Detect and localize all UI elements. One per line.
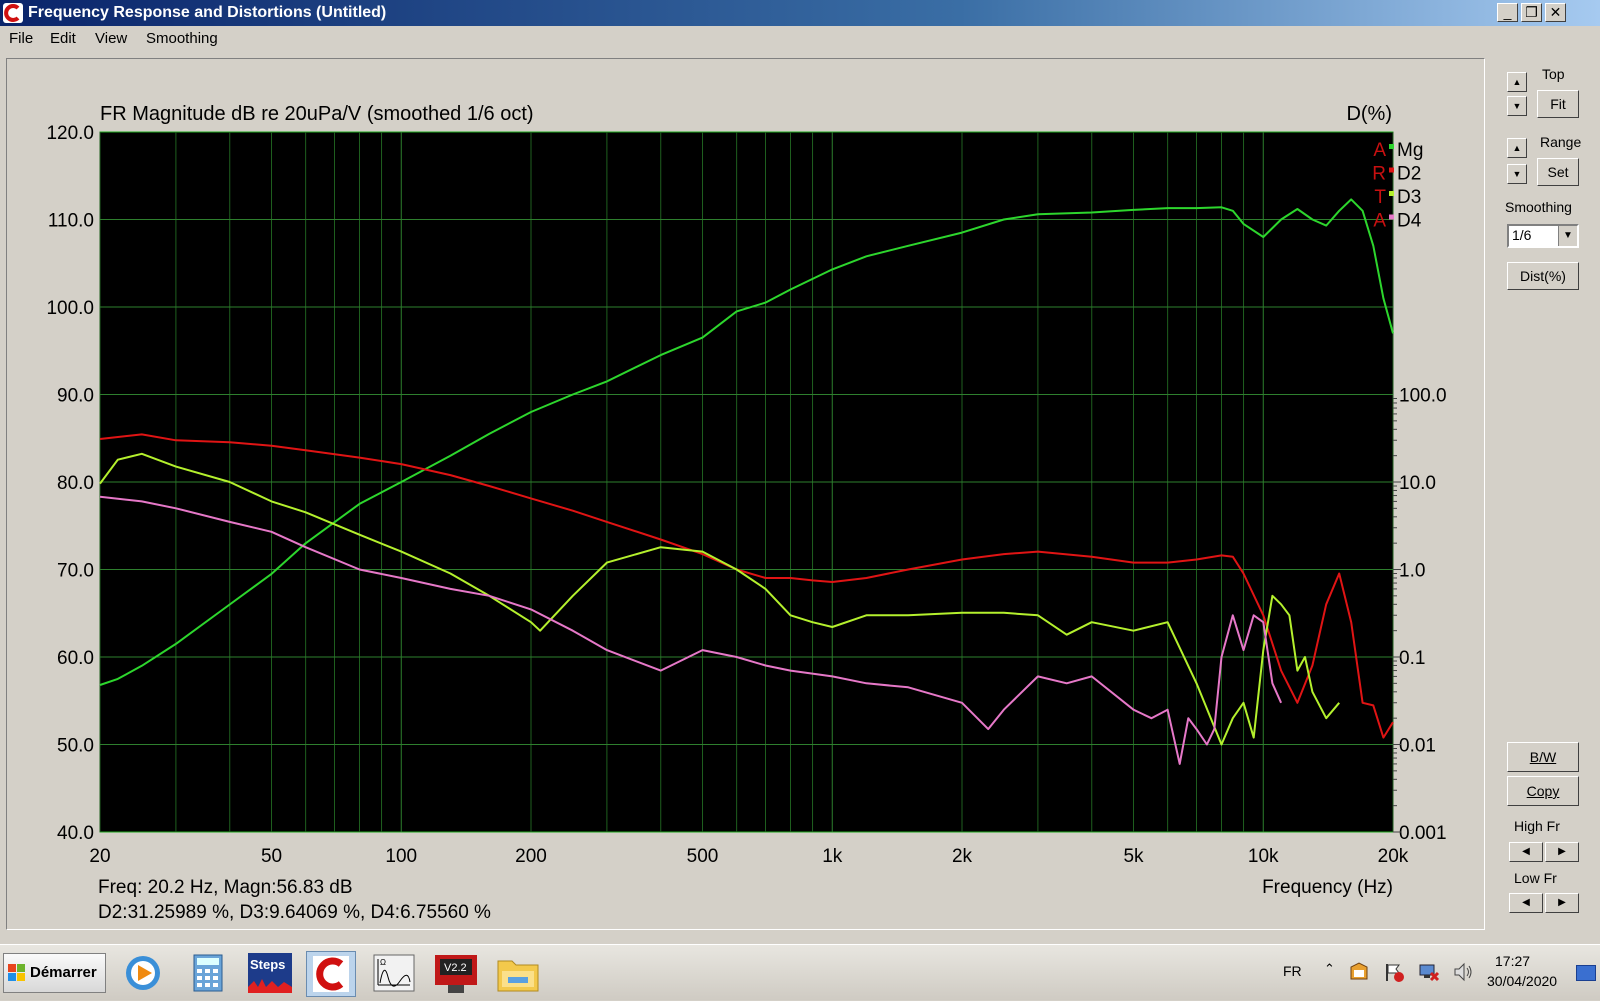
network-error-icon[interactable] (1418, 961, 1440, 983)
y-tick-label: 110.0 (48, 211, 94, 232)
legend-marker-letter: A (1373, 140, 1386, 161)
low-fr-left-button[interactable]: ◀ (1509, 893, 1543, 913)
high-fr-right-button[interactable]: ▶ (1545, 842, 1579, 862)
top-up-spinner[interactable]: ▲ (1507, 72, 1527, 92)
y2-tick-label: 100.0 (1399, 386, 1447, 407)
low-fr-right-button[interactable]: ▶ (1545, 893, 1579, 913)
start-button[interactable]: Démarrer (3, 953, 106, 993)
legend-swatch (1389, 167, 1394, 173)
svg-text:V2.2: V2.2 (444, 962, 467, 974)
legend-marker-letter: A (1373, 211, 1386, 232)
y-tick-label: 60.0 (57, 648, 94, 669)
clock-date[interactable]: 30/04/2020 (1487, 973, 1557, 989)
legend-marker-letter: T (1374, 187, 1386, 208)
cursor-readout-line1: Freq: 20.2 Hz, Magn:56.83 dB (98, 877, 353, 898)
x-tick-label: 100 (385, 846, 417, 867)
dist-percent-button[interactable]: Dist(%) (1507, 262, 1579, 290)
fit-button[interactable]: Fit (1537, 90, 1579, 118)
show-hidden-icons-icon[interactable]: ⌃ (1324, 961, 1335, 977)
frequency-response-chart[interactable]: 40.0 50.0 60.0 70.0 80.0 90.0 100.0 110.0 120.0 2… (0, 0, 1480, 935)
vz-app-icon[interactable]: V2.2 (432, 951, 482, 997)
x-axis-label: Frequency (Hz) (1262, 877, 1393, 898)
restore-button[interactable]: ❐ (1521, 3, 1542, 22)
y-tick-label: 100.0 (46, 298, 94, 319)
start-label: Démarrer (30, 964, 97, 981)
range-up-spinner[interactable]: ▲ (1507, 138, 1527, 158)
range-label: Range (1540, 134, 1582, 150)
copy-button[interactable]: Copy (1507, 776, 1579, 806)
x-tick-label: 20 (89, 846, 110, 867)
volume-icon[interactable] (1452, 961, 1474, 983)
x-tick-label: 20k (1378, 846, 1409, 867)
chevron-down-icon[interactable]: ▼ (1558, 226, 1577, 246)
legend-label: Mg (1397, 140, 1423, 161)
flag-warning-icon[interactable] (1383, 961, 1405, 983)
y2-tick-label: 1.0 (1399, 561, 1425, 582)
cursor-readout-line2: D2:31.25989 %, D3:9.64069 %, D4:6.75560 … (98, 902, 491, 923)
y-tick-label: 80.0 (57, 473, 94, 494)
legend-swatch (1389, 191, 1394, 196)
plot-title: FR Magnitude dB re 20uPa/V (smoothed 1/6… (100, 103, 534, 125)
legend-marker-letter: R (1372, 164, 1386, 185)
set-button[interactable]: Set (1537, 158, 1579, 186)
steps-app-icon[interactable]: Steps (246, 951, 296, 997)
y2-tick-label: 0.01 (1399, 736, 1436, 757)
windows-logo-icon (8, 964, 25, 981)
x-tick-label: 50 (261, 846, 282, 867)
steps-label: Steps (250, 957, 286, 972)
show-desktop-icon[interactable] (1576, 965, 1596, 981)
legend-label: D4 (1397, 211, 1422, 232)
legend-label: D3 (1397, 187, 1421, 208)
legend-swatch (1389, 214, 1394, 220)
file-explorer-icon[interactable] (494, 951, 544, 997)
x-tick-label: 200 (515, 846, 547, 867)
right-axis-title: D(%) (1346, 103, 1392, 125)
y-tick-label: 120.0 (46, 123, 94, 144)
x-tick-label: 10k (1248, 846, 1279, 867)
x-tick-label: 2k (952, 846, 973, 867)
y-tick-label: 90.0 (57, 386, 94, 407)
low-fr-label: Low Fr (1514, 870, 1557, 886)
high-fr-left-button[interactable]: ◀ (1509, 842, 1543, 862)
legend-swatch (1389, 144, 1394, 149)
range-down-spinner[interactable]: ▼ (1507, 164, 1527, 184)
x-tick-label: 500 (687, 846, 719, 867)
legend-label: D2 (1397, 164, 1421, 185)
top-down-spinner[interactable]: ▼ (1507, 96, 1527, 116)
smoothing-select[interactable]: 1/6 ▼ (1507, 224, 1579, 248)
y-tick-label: 50.0 (57, 736, 94, 757)
bw-button[interactable]: B/W (1507, 742, 1579, 772)
action-center-icon[interactable] (1348, 961, 1370, 983)
clock-time[interactable]: 17:27 (1495, 953, 1530, 969)
y2-tick-label: 0.1 (1399, 648, 1425, 669)
smoothing-label: Smoothing (1505, 199, 1572, 215)
svg-text:Ω: Ω (380, 958, 386, 967)
calculator-icon[interactable] (185, 951, 235, 997)
minimize-button[interactable]: _ (1497, 3, 1518, 22)
spectrum-app-icon[interactable]: Ω (370, 951, 420, 997)
high-fr-label: High Fr (1514, 818, 1560, 834)
rew-active-icon[interactable] (306, 951, 356, 997)
top-label: Top (1542, 66, 1565, 82)
close-button[interactable]: ✕ (1545, 3, 1566, 22)
taskbar: Démarrer Steps Ω V2.2 FR ⌃ 17:27 30/04/2… (0, 944, 1600, 1000)
y2-tick-label: 0.001 (1399, 823, 1447, 844)
language-indicator[interactable]: FR (1283, 963, 1302, 979)
media-player-icon[interactable] (120, 951, 170, 997)
y-tick-label: 70.0 (57, 561, 94, 582)
y-tick-label: 40.0 (57, 823, 94, 844)
x-tick-label: 1k (822, 846, 843, 867)
smoothing-value: 1/6 (1512, 227, 1532, 243)
y2-tick-label: 10.0 (1399, 473, 1436, 494)
x-tick-label: 5k (1123, 846, 1144, 867)
